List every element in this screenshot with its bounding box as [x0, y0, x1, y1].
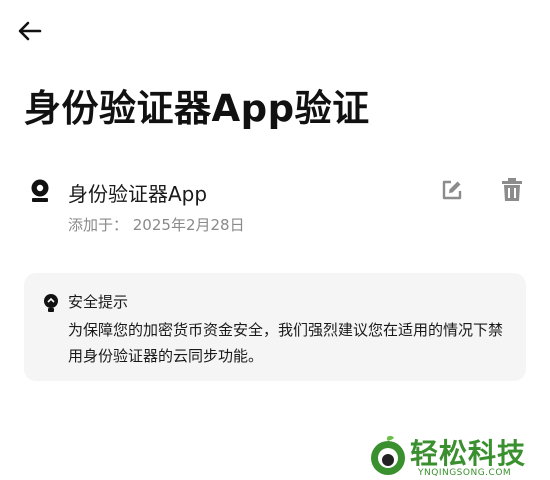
page-title: 身份验证器App验证	[24, 87, 370, 130]
authenticator-name: 身份验证器App	[68, 182, 208, 206]
back-button[interactable]	[16, 18, 44, 44]
edit-icon	[442, 180, 462, 200]
watermark-text: 轻松科技	[410, 437, 527, 470]
added-date: 添加于： 2025年2月28日	[68, 216, 245, 234]
notice-title: 安全提示	[68, 293, 129, 311]
leaf-logo-icon	[371, 435, 405, 475]
security-notice: 安全提示 为保障您的加密货币资金安全，我们强烈建议您在适用的情况下禁用身份验证器…	[24, 273, 526, 381]
edit-button[interactable]	[438, 176, 466, 204]
watermark: 轻松科技 YNQINGSONG.COM	[360, 430, 550, 480]
bulb-icon	[44, 294, 58, 312]
authenticator-item: 身份验证器App 添加于： 2025年2月28日	[24, 172, 534, 242]
watermark-subtext: YNQINGSONG.COM	[418, 468, 512, 478]
authenticator-icon	[31, 179, 49, 202]
notice-body: 为保障您的加密货币资金安全，我们强烈建议您在适用的情况下禁用身份验证器的云同步功…	[68, 321, 504, 365]
delete-button[interactable]	[498, 176, 526, 204]
arrow-left-icon	[18, 21, 42, 41]
trash-icon	[502, 178, 522, 201]
